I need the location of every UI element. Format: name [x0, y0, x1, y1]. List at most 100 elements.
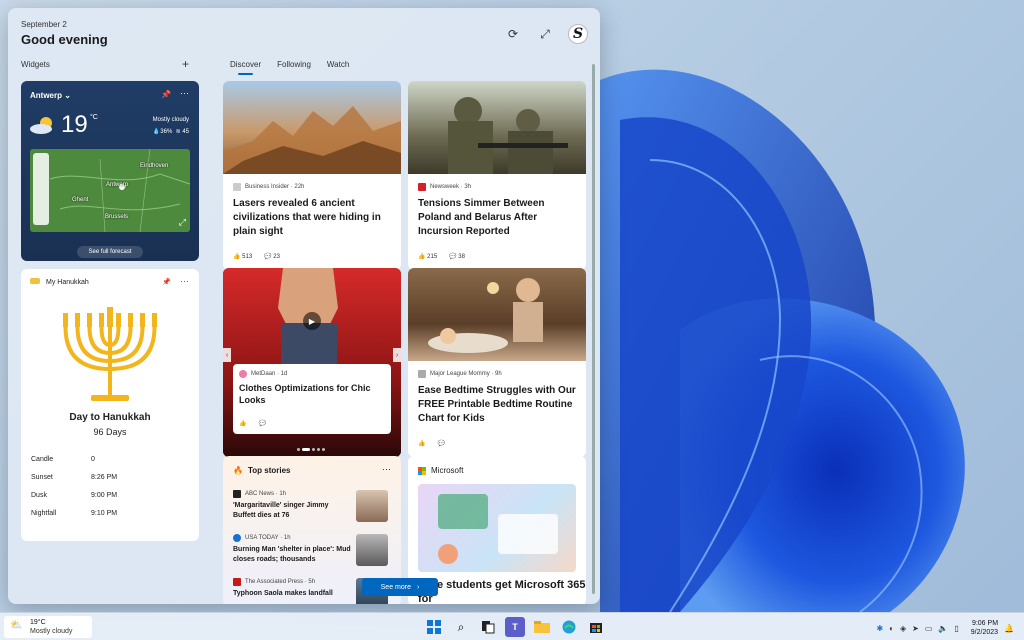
news-source: Major League Mommy · 9h [418, 370, 502, 378]
full-forecast-button[interactable]: See full forecast [77, 246, 143, 258]
comment-button[interactable]: 💬 23 [264, 253, 280, 260]
promo-title[interactable]: llege students get Microsoft 365 for [418, 578, 586, 604]
news-card[interactable]: Newsweek · 3h Tensions Simmer Between Po… [408, 81, 586, 270]
bluetooth-icon[interactable]: ✱ [876, 624, 883, 633]
map-label: Brussels [105, 214, 129, 220]
start-icon[interactable] [424, 617, 444, 637]
news-image [408, 268, 586, 361]
news-source: Business Insider · 22h [233, 183, 304, 191]
news-title[interactable]: Clothes Optimizations for Chic Looks [239, 382, 385, 406]
weather-temp: 19 [61, 111, 88, 138]
news-source: MetDaan · 1d [239, 370, 287, 378]
news-title[interactable]: Ease Bedtime Struggles with Our FREE Pri… [418, 384, 576, 426]
carousel-dots [297, 448, 325, 451]
clock[interactable]: 9:06 PM 9/2/2023 [971, 619, 998, 637]
promo-image [418, 484, 576, 572]
hanukkah-widget[interactable]: My Hanukkah 📌 ··· Day to Hanukkah 96 Day… [21, 269, 199, 541]
widgets-panel: September 2 Good evening ⟳ ⤢ S Widgets +… [8, 8, 600, 604]
news-card[interactable]: Major League Mommy · 9h Ease Bedtime Str… [408, 268, 586, 457]
desktop-wallpaper [560, 0, 1024, 612]
scrollbar[interactable] [592, 64, 595, 594]
store-icon[interactable] [586, 617, 606, 637]
weather-city[interactable]: Antwerp ⌄ [30, 91, 71, 100]
display-icon[interactable]: ▭ [925, 624, 933, 633]
taskbar-weather[interactable]: ⛅ 19°C Mostly cloudy [4, 616, 92, 638]
file-explorer-icon[interactable] [532, 617, 552, 637]
top-stories-header: 🔥 Top stories [233, 466, 291, 475]
play-icon[interactable]: ▶ [303, 312, 321, 330]
story-source: The Associated Press · 5h [233, 578, 351, 586]
taskbar-temp: 19°C [30, 619, 46, 626]
news-reactions: 👍 💬 [239, 420, 266, 427]
avatar[interactable]: S [568, 24, 588, 44]
map-layer-tools[interactable] [33, 153, 49, 225]
more-options-icon[interactable]: ··· [382, 464, 391, 474]
weather-condition: Mostly cloudy [152, 117, 189, 123]
hanukkah-days: 96 Days [93, 427, 127, 437]
news-source: Newsweek · 3h [418, 183, 471, 191]
tab-watch[interactable]: Watch [327, 60, 349, 75]
defender-icon[interactable]: ◈ [900, 624, 906, 633]
microsoft-header: Microsoft [418, 466, 463, 475]
clock-date: 9/2/2023 [970, 629, 999, 636]
fire-icon: 🔥 [233, 466, 243, 475]
story-text: Typhoon Saola makes landfall [233, 590, 333, 597]
map-label: Antwerp [106, 182, 129, 188]
search-icon[interactable]: ⌕ [451, 617, 471, 637]
story-text: 'Margaritaville' singer Jimmy Buffett di… [233, 502, 329, 519]
pin-icon[interactable]: 📌 [161, 90, 171, 99]
taskbar-apps: ⌕ T [424, 617, 606, 637]
next-arrow-icon[interactable]: › [393, 348, 401, 362]
like-button[interactable]: 👍 [418, 440, 425, 447]
like-button[interactable]: 👍 [239, 420, 246, 427]
like-button[interactable]: 👍 215 [418, 253, 437, 260]
see-more-button[interactable]: See more › [362, 578, 438, 596]
teams-icon[interactable]: T [505, 617, 525, 637]
battery-icon[interactable]: ▯ [954, 624, 958, 633]
expand-icon[interactable]: ⤢ [536, 25, 554, 43]
hanukkah-heading: Day to Hanukkah [69, 412, 151, 423]
pin-icon[interactable]: 📌 [162, 278, 171, 286]
video-info: MetDaan · 1d Clothes Optimizations for C… [233, 364, 391, 434]
comment-button[interactable]: 💬 [258, 420, 265, 427]
weather-map[interactable]: Eindhoven Antwerp Ghent Brussels ⤢ [30, 149, 190, 232]
news-title[interactable]: Tensions Simmer Between Poland and Belar… [418, 197, 576, 239]
more-options-icon[interactable]: ··· [180, 276, 189, 286]
network-icon[interactable]: ◐ [889, 624, 894, 633]
volume-icon[interactable]: 🔈 [938, 624, 948, 633]
video-card[interactable]: ▶ ‹ › MetDaan · 1d Clothes Optimizations… [223, 268, 401, 457]
story-item[interactable]: The Associated Press · 5h Typhoon Saola … [233, 578, 351, 599]
story-thumbnail [356, 534, 388, 566]
task-view-icon[interactable] [478, 617, 498, 637]
widgets-label: Widgets [21, 60, 50, 69]
send-icon[interactable]: ➤ [912, 624, 919, 633]
news-title[interactable]: Lasers revealed 6 ancient civilizations … [233, 197, 391, 239]
previous-arrow-icon[interactable]: ‹ [223, 348, 231, 362]
comment-button[interactable]: 💬 38 [449, 253, 465, 260]
news-image [223, 81, 401, 174]
story-item[interactable]: USA TODAY · 1h Burning Man 'shelter in p… [233, 534, 351, 565]
taskbar-condition: Mostly cloudy [30, 628, 73, 635]
refresh-icon[interactable]: ⟳ [504, 25, 522, 43]
news-card[interactable]: Business Insider · 22h Lasers revealed 6… [223, 81, 401, 270]
story-text: Burning Man 'shelter in place': Mud clos… [233, 546, 351, 563]
tab-discover[interactable]: Discover [230, 60, 261, 75]
story-source: ABC News · 1h [233, 490, 351, 498]
edge-icon[interactable] [559, 617, 579, 637]
comment-button[interactable]: 💬 [437, 440, 444, 447]
tab-following[interactable]: Following [277, 60, 311, 75]
add-widget-icon[interactable]: + [182, 57, 189, 71]
chevron-right-icon: › [417, 583, 420, 591]
like-button[interactable]: 👍 513 [233, 253, 252, 260]
taskbar: ⛅ 19°C Mostly cloudy ⌕ T ✱ ◐ ◈ ➤ ▭ 🔈 ▯ 9… [0, 612, 1024, 640]
notification-bell-icon[interactable]: 🔔 [1004, 624, 1014, 633]
system-tray: ✱ ◐ ◈ ➤ ▭ 🔈 ▯ 9:06 PM 9/2/2023 🔔 [876, 619, 1014, 637]
expand-map-icon[interactable]: ⤢ [179, 217, 186, 228]
cloudy-icon: ⛅ [10, 620, 23, 631]
hanukkah-icon [30, 278, 40, 284]
weather-widget[interactable]: Antwerp ⌄ 📌 ··· 19 °C Mostly cloudy 💧36%… [21, 81, 199, 261]
story-item[interactable]: ABC News · 1h 'Margaritaville' singer Ji… [233, 490, 351, 521]
menorah-icon [63, 307, 157, 401]
greeting: Good evening [21, 32, 108, 47]
more-options-icon[interactable]: ··· [180, 88, 189, 98]
